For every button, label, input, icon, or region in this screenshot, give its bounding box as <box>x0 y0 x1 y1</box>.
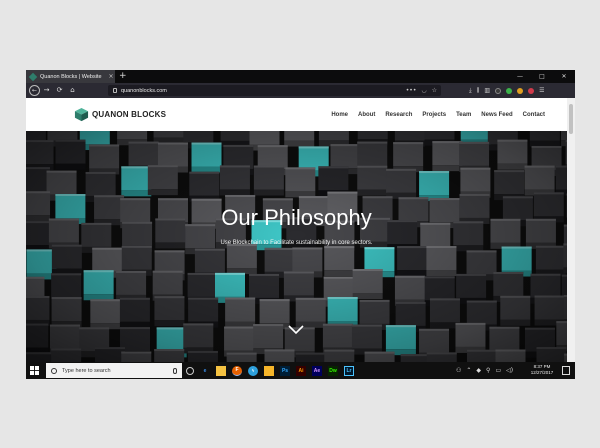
extension-red-icon[interactable] <box>528 87 535 94</box>
tab-close-icon[interactable]: × <box>107 73 115 80</box>
nav-team[interactable]: Team <box>456 112 471 118</box>
bookmark-star-icon[interactable]: ☆ <box>432 87 437 94</box>
extension-green-icon[interactable] <box>506 87 513 94</box>
page-scrollbar[interactable] <box>567 98 575 362</box>
logo-text: QUANON BLOCKS <box>92 110 167 119</box>
site-header: QUANON BLOCKS Home About Research Projec… <box>26 98 567 131</box>
site-logo[interactable]: QUANON BLOCKS <box>74 107 166 122</box>
taskbar-search-box[interactable]: Type here to search <box>46 363 182 378</box>
browser-nav-bar: ← → ⟳ ⌂ quanonblocks.com ••• ◡ ☆ ⤓ ⫼ ▥ ☰ <box>26 83 575 98</box>
windows-taskbar: Type here to search e F ᛃ Ps Ai Ae Dw Lr… <box>26 362 575 379</box>
hero-banner: Our Philosophy Use Blockchain to Facilit… <box>26 131 567 362</box>
microphone-icon[interactable] <box>173 367 177 374</box>
task-view-icon[interactable] <box>186 366 194 375</box>
nav-about[interactable]: About <box>358 112 375 118</box>
scroll-down-chevron-icon[interactable] <box>288 325 304 335</box>
page-actions-icon[interactable]: ••• <box>406 87 417 94</box>
lock-icon <box>113 88 117 93</box>
address-bar[interactable]: quanonblocks.com ••• ◡ ☆ <box>108 85 441 96</box>
nav-projects[interactable]: Projects <box>422 112 446 118</box>
hamburger-menu-icon[interactable]: ☰ <box>539 87 544 94</box>
pocket-icon[interactable]: ◡ <box>421 87 426 94</box>
volume-icon[interactable]: ◁) <box>506 367 513 374</box>
show-hidden-icons-chevron-icon[interactable]: ⌃ <box>466 367 471 374</box>
sidebar-icon[interactable]: ▥ <box>484 87 490 94</box>
telegram-app-icon[interactable]: ᛃ <box>248 365 258 376</box>
download-icon[interactable]: ⤓ <box>469 87 472 95</box>
network-icon[interactable]: ⚲ <box>486 367 490 374</box>
maximize-button[interactable]: □ <box>531 70 553 83</box>
taskbar-clock[interactable]: 8:37 PM 12/27/2017 <box>526 364 558 376</box>
hero-subtitle: Use Blockchain to Facilitate sustainabil… <box>220 240 373 246</box>
home-button[interactable]: ⌂ <box>66 83 79 98</box>
close-window-button[interactable]: ✕ <box>553 70 575 83</box>
refresh-button[interactable]: ⟳ <box>53 83 66 98</box>
library-icon[interactable]: ⫼ <box>477 87 480 95</box>
nav-contact[interactable]: Contact <box>523 112 545 118</box>
illustrator-app-icon[interactable]: Ai <box>296 365 306 376</box>
minimize-button[interactable]: — <box>509 70 531 83</box>
extension-icon[interactable] <box>495 87 502 94</box>
lightroom-app-icon[interactable]: Lr <box>344 365 354 376</box>
hero-title: Our Philosophy <box>221 205 372 230</box>
site-nav-menu: Home About Research Projects Team News F… <box>331 98 545 131</box>
dropbox-icon[interactable]: ◆ <box>476 367 481 374</box>
clock-date: 12/27/2017 <box>530 370 554 375</box>
windows-start-icon[interactable] <box>30 366 39 375</box>
after-effects-app-icon[interactable]: Ae <box>312 365 322 376</box>
action-center-icon[interactable] <box>562 366 570 375</box>
url-text[interactable]: quanonblocks.com <box>121 88 167 94</box>
browser-tab-strip: Quanon Blocks | Website × + — □ ✕ <box>26 70 575 83</box>
people-icon[interactable]: ⚇ <box>456 367 461 374</box>
sticky-app-icon[interactable] <box>264 365 274 376</box>
forward-button[interactable]: → <box>40 83 53 98</box>
scrollbar-thumb[interactable] <box>569 104 573 134</box>
new-tab-button[interactable]: + <box>119 70 127 83</box>
back-button[interactable]: ← <box>29 85 40 96</box>
web-page: QUANON BLOCKS Home About Research Projec… <box>26 98 567 362</box>
nav-news-feed[interactable]: News Feed <box>481 112 512 118</box>
desktop-screen: Quanon Blocks | Website × + — □ ✕ ← → ⟳ … <box>26 70 575 379</box>
firefox-app-icon[interactable]: F <box>232 365 242 376</box>
photoshop-app-icon[interactable]: Ps <box>280 365 290 376</box>
file-explorer-app-icon[interactable] <box>216 365 226 376</box>
tab-title: Quanon Blocks | Website <box>40 73 102 80</box>
browser-tab[interactable]: Quanon Blocks | Website × <box>26 70 115 83</box>
logo-cube-icon <box>74 107 89 122</box>
battery-icon[interactable]: ▭ <box>495 367 501 374</box>
nav-home[interactable]: Home <box>331 112 348 118</box>
site-favicon-icon <box>28 72 38 81</box>
nav-research[interactable]: Research <box>385 112 412 118</box>
extension-yellow-icon[interactable] <box>517 87 524 94</box>
search-placeholder[interactable]: Type here to search <box>62 368 173 374</box>
edge-app-icon[interactable]: e <box>200 366 210 376</box>
dreamweaver-app-icon[interactable]: Dw <box>328 365 338 376</box>
search-icon <box>51 367 57 374</box>
